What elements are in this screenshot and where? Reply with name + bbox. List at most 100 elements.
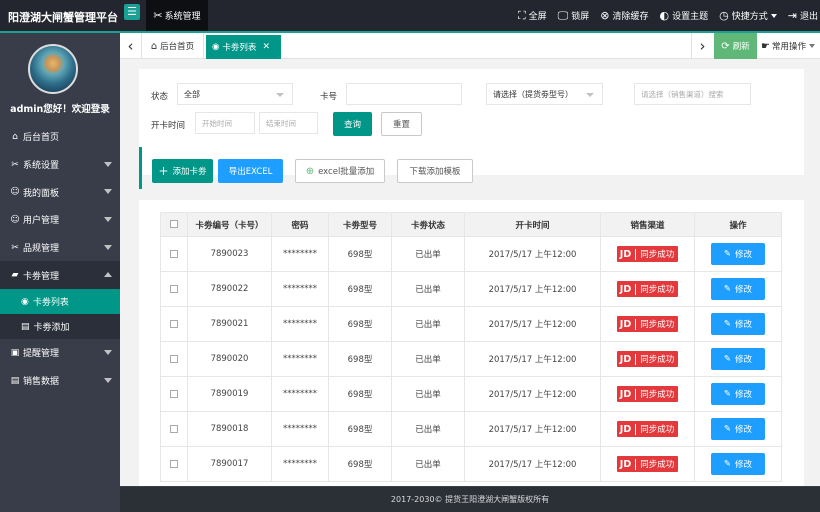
topbar-item-4[interactable]: ◷ 快捷方式 xyxy=(719,9,777,22)
row-checkbox[interactable] xyxy=(170,319,178,328)
clock-icon: ◷ xyxy=(719,9,729,22)
query-button[interactable]: 查询 xyxy=(333,112,372,136)
topbar-item-3[interactable]: ◐ 设置主题 xyxy=(660,9,709,22)
reset-button[interactable]: 重置 xyxy=(381,112,422,136)
cell-channel: JD 同步成功 xyxy=(600,341,695,377)
topbar-item-2[interactable]: ⊗ 清除缓存 xyxy=(600,9,648,22)
header-checkbox[interactable] xyxy=(160,212,188,237)
sidebar-item-label: 系统设置 xyxy=(23,161,60,172)
row-checkbox[interactable] xyxy=(170,389,178,398)
row-checkbox[interactable] xyxy=(170,424,178,433)
cell-channel: JD 同步成功 xyxy=(600,446,695,482)
cell-action: ✎ 修改 xyxy=(694,411,782,447)
sidebar-item-card-management[interactable]: ▰ 卡劵管理 xyxy=(0,261,120,290)
sidebar-item-users[interactable]: ☺ 用户管理 xyxy=(0,206,120,234)
common-ops-dropdown[interactable]: ☛ 常用操作 xyxy=(757,33,820,59)
start-time-input[interactable]: 开始时间 xyxy=(195,112,255,134)
row-checkbox-cell[interactable] xyxy=(160,271,188,307)
row-checkbox[interactable] xyxy=(170,354,178,363)
row-checkbox-cell[interactable] xyxy=(160,341,188,377)
tab-scroll-left-icon[interactable]: ‹ xyxy=(120,33,142,59)
topbar-item-5[interactable]: ⇥ 退出 xyxy=(788,9,818,22)
export-excel-button[interactable]: 导出EXCEL xyxy=(218,159,283,183)
cell-model: 698型 xyxy=(328,306,392,342)
edit-label: 修改 xyxy=(735,390,753,400)
common-ops-label: 常用操作 xyxy=(771,42,806,52)
topbar-item-0[interactable]: ⛶ 全屏 xyxy=(518,9,547,23)
row-checkbox[interactable] xyxy=(170,459,178,468)
channel-search-select[interactable]: 请选择（销售渠道）搜索 xyxy=(634,83,751,105)
sidebar-item-sales-data[interactable]: ▤ 销售数据 xyxy=(0,367,120,395)
scroll-gutter xyxy=(804,60,820,486)
open-time-label: 开卡时间 xyxy=(151,121,186,131)
sidebar-item-system-settings[interactable]: ✂ 系统设置 xyxy=(0,151,120,179)
edit-button[interactable]: ✎ 修改 xyxy=(711,383,765,405)
sidebar: admin您好！欢迎登录 ⌂ 后台首页 ✂ 系统设置 ☺ 我的面板 ☺ 用户管理 ✂ 品规… xyxy=(0,33,120,512)
jd-logo-icon: JD xyxy=(617,423,637,435)
table-row: 7890023 ******** 698型 已出单 2017/5/17 上午12:00 J… xyxy=(160,236,782,272)
monitor-icon: 🖵 xyxy=(557,8,569,22)
bell-icon: ▣ xyxy=(10,347,20,358)
topbar-item-1[interactable]: 🖵 锁屏 xyxy=(558,9,590,23)
avatar[interactable] xyxy=(28,44,78,94)
header-model: 卡劵型号 xyxy=(328,212,392,237)
top-nav-system[interactable]: ✂ 系统管理 xyxy=(146,0,208,31)
top-right-toolbar: ⛶ 全屏 🖵 锁屏 ⊗ 清除缓存 ◐ 设置主题 ◷ 快捷方式 ⇥ 退出 xyxy=(518,0,820,31)
card-type-select[interactable]: 请选择（提货劵型号） xyxy=(486,83,603,105)
cell-password: ******** xyxy=(271,411,329,447)
status-select[interactable]: 全部 xyxy=(177,83,293,105)
channel-badge: JD 同步成功 xyxy=(616,316,679,332)
edit-label: 修改 xyxy=(735,320,753,330)
edit-button[interactable]: ✎ 修改 xyxy=(711,243,765,265)
close-icon[interactable]: ✕ xyxy=(262,42,270,52)
row-checkbox-cell[interactable] xyxy=(160,446,188,482)
sidebar-item-reminders[interactable]: ▣ 提醒管理 xyxy=(0,339,120,367)
row-checkbox-cell[interactable] xyxy=(160,306,188,342)
radio-icon: ◉ xyxy=(21,296,29,307)
edit-button[interactable]: ✎ 修改 xyxy=(711,348,765,370)
cell-status: 已出单 xyxy=(391,411,465,447)
tab-bar: ‹ ⌂ 后台首页 ◉ 卡劵列表 ✕ › ⟳ 刷新 ☛ 常用操作 xyxy=(120,33,820,59)
menu-toggle-icon[interactable]: ☰ xyxy=(124,4,140,20)
sidebar-subitem-card-add[interactable]: ▤ 卡劵添加 xyxy=(0,314,120,340)
card-no-input[interactable] xyxy=(346,83,462,105)
tab-home[interactable]: ⌂ 后台首页 xyxy=(142,33,204,59)
cell-open-time: 2017/5/17 上午12:00 xyxy=(464,411,601,447)
user-icon: ☺ xyxy=(10,187,20,198)
refresh-button[interactable]: ⟳ 刷新 xyxy=(714,33,757,59)
edit-button[interactable]: ✎ 修改 xyxy=(711,278,765,300)
cell-password: ******** xyxy=(271,376,329,412)
row-checkbox-cell[interactable] xyxy=(160,411,188,447)
sidebar-item-specs[interactable]: ✂ 品规管理 xyxy=(0,234,120,262)
cell-channel: JD 同步成功 xyxy=(600,271,695,307)
cell-card-no: 7890020 xyxy=(187,341,272,377)
tab-scroll-right-icon[interactable]: › xyxy=(691,33,713,59)
channel-status: 同步成功 xyxy=(640,320,675,330)
select-all-checkbox[interactable] xyxy=(170,220,178,228)
clear-cache-icon: ⊗ xyxy=(600,9,610,22)
edit-button[interactable]: ✎ 修改 xyxy=(711,313,765,335)
row-checkbox-cell[interactable] xyxy=(160,376,188,412)
palette-icon: ◐ xyxy=(659,9,670,22)
edit-button[interactable]: ✎ 修改 xyxy=(711,418,765,440)
sidebar-item-home[interactable]: ⌂ 后台首页 xyxy=(0,123,120,151)
pencil-icon: ✎ xyxy=(723,424,732,434)
sidebar-item-my-panel[interactable]: ☺ 我的面板 xyxy=(0,178,120,206)
edit-button[interactable]: ✎ 修改 xyxy=(711,453,765,475)
cell-model: 698型 xyxy=(328,411,392,447)
wrench-icon: ✂ xyxy=(11,159,19,170)
sidebar-item-label: 品规管理 xyxy=(23,244,60,255)
tab-card-list[interactable]: ◉ 卡劵列表 ✕ xyxy=(206,35,281,59)
excel-batch-add-button[interactable]: ⊕ excel批量添加 xyxy=(295,159,385,183)
table-header-row: 卡劵编号（卡号） 密码 卡劵型号 卡劵状态 开卡时间 销售渠道 操作 xyxy=(160,212,782,237)
channel-badge: JD 同步成功 xyxy=(616,246,679,262)
end-time-input[interactable]: 结束时间 xyxy=(259,112,318,134)
row-checkbox[interactable] xyxy=(170,249,178,258)
sidebar-subitem-card-list[interactable]: ◉ 卡劵列表 xyxy=(0,289,120,315)
row-checkbox-cell[interactable] xyxy=(160,236,188,272)
download-template-button[interactable]: 下载添加模板 xyxy=(397,159,473,183)
add-card-button[interactable]: + 添加卡劵 xyxy=(152,159,213,183)
cell-action: ✎ 修改 xyxy=(694,306,782,342)
table-row: 7890020 ******** 698型 已出单 2017/5/17 上午12:00 J… xyxy=(160,341,782,377)
row-checkbox[interactable] xyxy=(170,284,178,293)
